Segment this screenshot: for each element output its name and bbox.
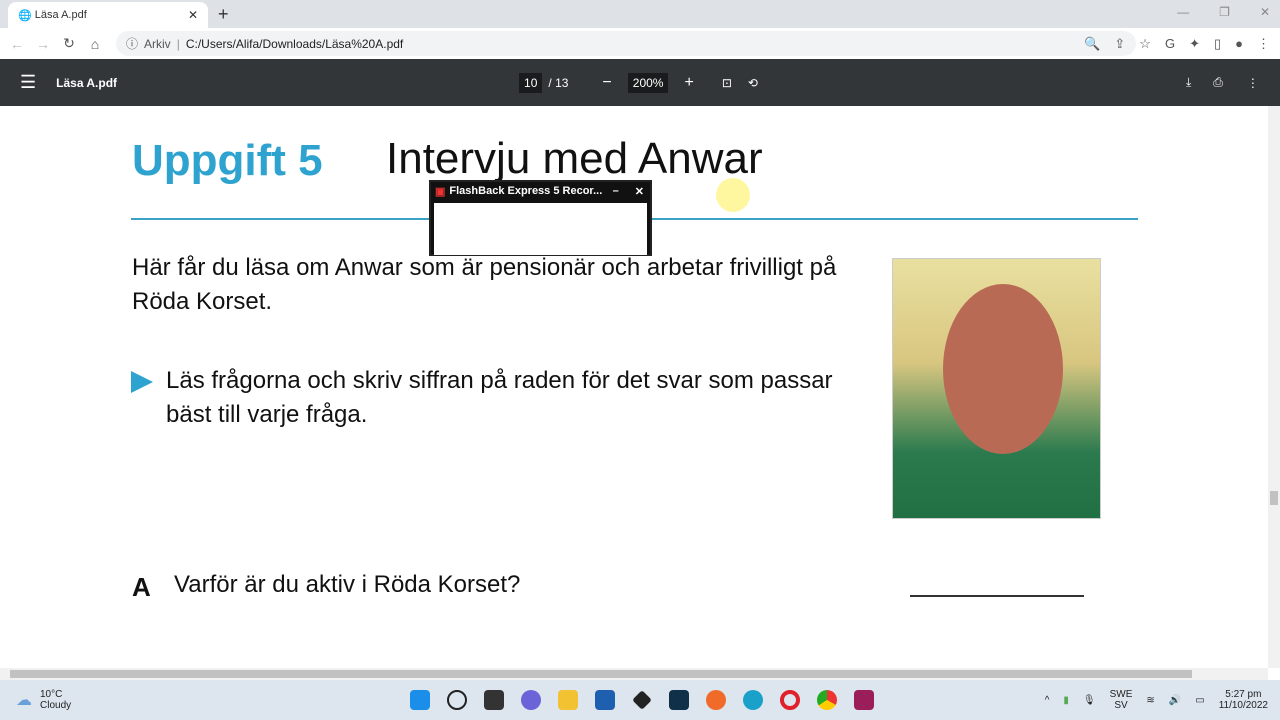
avatar[interactable]: ●: [1235, 36, 1243, 52]
start-icon[interactable]: [410, 690, 430, 710]
maximize-button[interactable]: ❐: [1219, 5, 1230, 19]
microphone-icon[interactable]: 🎙: [1083, 695, 1096, 706]
flashback-recorder-window[interactable]: ▣ FlashBack Express 5 Recor... – ✕: [429, 180, 652, 256]
anwar-photo: [892, 258, 1101, 519]
rotate-icon[interactable]: ⟲: [748, 76, 758, 90]
recorder-close[interactable]: ✕: [635, 185, 644, 198]
lang-bottom: SV: [1114, 700, 1128, 711]
extensions-icon[interactable]: ✦: [1189, 36, 1200, 52]
battery-app-icon[interactable]: ▮: [1063, 695, 1069, 706]
zoom-out-button[interactable]: −: [602, 74, 611, 92]
play-bullet-icon: [131, 371, 153, 393]
wifi-icon[interactable]: ≋: [1146, 695, 1154, 706]
recorder-minimize[interactable]: –: [613, 185, 619, 197]
battery-icon[interactable]: ▭: [1195, 695, 1204, 706]
store-icon[interactable]: [595, 690, 615, 710]
file-explorer-icon[interactable]: [558, 690, 578, 710]
zoom-input[interactable]: 200%: [627, 72, 669, 93]
menu-icon[interactable]: ⋮: [1257, 36, 1270, 52]
answer-line: [910, 595, 1084, 597]
instruction-text: Läs frågorna och skriv siffran på raden …: [166, 367, 833, 428]
sidepanel-icon[interactable]: ▯: [1214, 36, 1221, 52]
hamburger-menu-icon[interactable]: ☰: [20, 72, 36, 93]
vertical-scrollbar[interactable]: [1268, 106, 1280, 668]
weather-widget[interactable]: ☁ 10°C Cloudy: [16, 689, 71, 711]
heading-title: Intervju med Anwar: [386, 134, 763, 183]
address-input[interactable]: ⓘ Arkiv | C:/Users/Alifa/Downloads/Läsa%20A…: [116, 31, 1136, 56]
address-bar-row: ← → ↻ ⌂ ⓘ Arkiv | C:/Users/Alifa/Downloads/…: [0, 28, 1280, 59]
weather-text: Cloudy: [40, 700, 72, 711]
question-letter: A: [132, 572, 151, 602]
volume-icon[interactable]: 🔊: [1169, 695, 1181, 706]
fit-page-icon[interactable]: ⊡: [722, 76, 732, 90]
teams-chat-icon[interactable]: [521, 690, 541, 710]
cloud-icon: ☁: [16, 692, 32, 709]
tab-strip: 🌐 Läsa A.pdf ✕ + — ❐ ✕: [0, 0, 1280, 28]
zoom-icon[interactable]: 🔍: [1084, 36, 1100, 52]
edge-icon[interactable]: [743, 690, 763, 710]
minimize-button[interactable]: —: [1177, 5, 1189, 19]
recorder-title: FlashBack Express 5 Recor...: [449, 185, 603, 197]
new-tab-button[interactable]: +: [218, 4, 229, 25]
print-icon[interactable]: ⎙: [1213, 75, 1223, 90]
chrome-icon[interactable]: [817, 690, 837, 710]
app-icon[interactable]: [669, 690, 689, 710]
page-total: / 13: [548, 75, 569, 90]
question-text: Varför är du aktiv i Röda Korset?: [174, 571, 521, 598]
task-view-icon[interactable]: [484, 690, 504, 710]
url-text: C:/Users/Alifa/Downloads/Läsa%20A.pdf: [185, 36, 404, 51]
horizontal-scrollbar[interactable]: [0, 668, 1268, 680]
intro-text: Här får du läsa om Anwar som är pensionä…: [132, 254, 837, 315]
cursor-highlight: [716, 178, 750, 212]
language-indicator[interactable]: SWE SV: [1110, 689, 1133, 711]
dropbox-icon[interactable]: [632, 690, 652, 710]
heading-number: Uppgift 5: [132, 136, 323, 185]
address-prefix: Arkiv: [144, 36, 171, 51]
firefox-icon[interactable]: [706, 690, 726, 710]
close-window-button[interactable]: ✕: [1260, 5, 1270, 19]
page-number-input[interactable]: 10: [519, 72, 543, 93]
back-button[interactable]: ←: [4, 36, 30, 52]
zoom-in-button[interactable]: +: [684, 74, 693, 92]
tab-lasa-a[interactable]: 🌐 Läsa A.pdf ✕: [8, 2, 208, 28]
clock[interactable]: 5:27 pm 11/10/2022: [1219, 689, 1268, 711]
pdf-toolbar: ☰ Läsa A.pdf 10 / 13 − 200% + ⊡ ⟲ ⤓ ⎙ ⋮: [0, 59, 1280, 106]
opera-icon[interactable]: [780, 690, 800, 710]
globe-icon: 🌐: [18, 9, 35, 22]
close-tab-icon[interactable]: ✕: [188, 8, 198, 22]
more-options-icon[interactable]: ⋮: [1247, 76, 1259, 90]
show-hidden-icons[interactable]: ^: [1045, 695, 1050, 706]
download-icon[interactable]: ⤓: [1186, 75, 1191, 90]
info-icon: ⓘ: [126, 37, 139, 51]
home-button[interactable]: ⌂: [82, 36, 108, 52]
temperature: 10°C: [40, 689, 63, 700]
bookmark-star-icon[interactable]: ☆: [1139, 36, 1151, 52]
reload-button[interactable]: ↻: [56, 35, 82, 52]
pdf-title: Läsa A.pdf: [56, 75, 118, 90]
recorder-icon: ▣: [435, 185, 446, 198]
taskbar: ☁ 10°C Cloudy ^ ▮ 🎙 SWE SV ≋ 🔊 ▭ 5:27 pm 11/…: [0, 680, 1280, 720]
lang-top: SWE: [1109, 689, 1133, 700]
search-icon[interactable]: [447, 690, 467, 710]
tab-title: Läsa A.pdf: [34, 9, 87, 21]
forward-button[interactable]: →: [30, 36, 56, 52]
flashback-icon[interactable]: [854, 690, 874, 710]
translate-icon[interactable]: G: [1165, 36, 1175, 52]
share-icon[interactable]: ⇪: [1114, 36, 1125, 52]
time: 5:27 pm: [1225, 689, 1262, 700]
date: 11/10/2022: [1218, 700, 1268, 711]
